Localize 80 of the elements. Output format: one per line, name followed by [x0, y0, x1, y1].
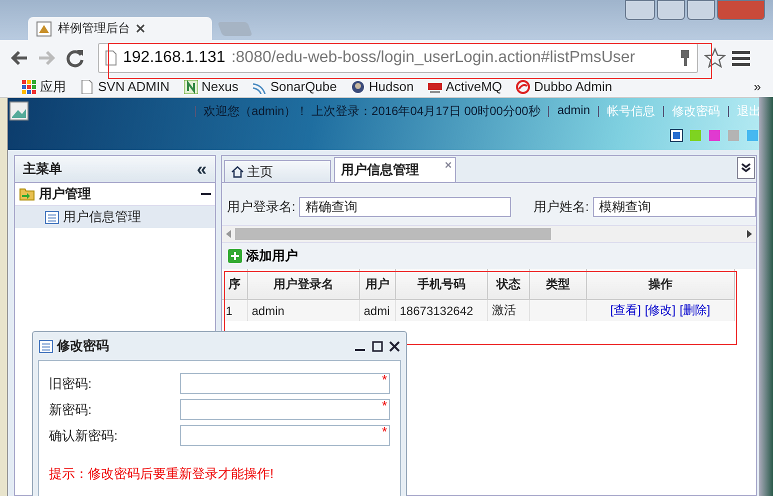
tab-list-button[interactable]: [737, 157, 755, 179]
required-mark: *: [382, 398, 387, 413]
maximize-button[interactable]: [687, 0, 715, 20]
dialog-title: 修改密码: [57, 337, 109, 355]
welcome-text: 欢迎您（admin）！ 上次登录：2016年04月17日 00时00分00秒: [204, 103, 540, 120]
page-favicon-icon: [36, 20, 52, 36]
column-header: 手机号码: [396, 269, 488, 300]
field-label: 新密码:: [49, 400, 93, 418]
field-label: 旧密码:: [49, 374, 93, 392]
column-header: 序: [222, 269, 248, 300]
page-icon: [80, 80, 94, 94]
letter-logo-icon: [184, 80, 198, 94]
search-field[interactable]: 精确查询: [299, 197, 512, 217]
table-icon: [39, 340, 53, 352]
bookmark-link[interactable]: Nexus: [184, 79, 238, 94]
password-field[interactable]: *: [180, 373, 390, 394]
theme-swatch[interactable]: [671, 130, 682, 141]
sidebar-title: 主菜单: [22, 160, 62, 178]
column-header: 类型: [530, 269, 587, 300]
user-name: admin: [557, 103, 590, 119]
theme-swatch[interactable]: [747, 130, 758, 141]
column-header: 操作: [586, 269, 735, 300]
action-link[interactable]: [删除]: [680, 302, 710, 319]
bookmark-link[interactable]: SVN ADMIN: [80, 79, 170, 94]
close-icon[interactable]: [136, 24, 145, 33]
bookmark-link[interactable]: Hudson: [350, 79, 414, 94]
field-label: 确认新密码:: [49, 426, 119, 444]
horizontal-scrollbar[interactable]: [222, 225, 756, 243]
table-icon: [44, 210, 59, 224]
home-icon: [230, 166, 244, 178]
broken-image-icon: [8, 101, 29, 121]
double-chevron-icon: [741, 163, 751, 173]
menu-icon[interactable]: [732, 50, 750, 66]
add-user-button[interactable]: 添加用户: [228, 247, 298, 265]
profile-button[interactable]: [625, 0, 655, 20]
required-mark: *: [382, 372, 387, 387]
collapse-button[interactable]: «: [196, 158, 207, 180]
theme-swatch[interactable]: [690, 130, 701, 141]
bookmark-link[interactable]: Dubbo Admin: [516, 79, 612, 94]
reload-icon[interactable]: [64, 47, 86, 69]
column-header: 用户: [360, 269, 396, 300]
add-icon: [228, 249, 242, 263]
address-field[interactable]: 192.168.1.131 :8080/edu-web-boss/login_userLogin.action#listPmsUser: [98, 43, 698, 73]
field-label: 用户姓名:: [533, 198, 589, 216]
page-icon: [105, 50, 117, 66]
left-arrow-icon: [226, 230, 231, 238]
password-field[interactable]: *: [180, 399, 390, 420]
required-mark: *: [382, 424, 387, 439]
maximize-icon[interactable]: [372, 340, 383, 352]
right-arrow-icon: [747, 230, 752, 238]
star-icon[interactable]: [704, 47, 726, 69]
field-label: 用户登录名:: [226, 198, 296, 216]
action-link[interactable]: [修改]: [644, 302, 676, 319]
bookmark-link[interactable]: ActiveMQ: [428, 79, 502, 94]
menu-item[interactable]: 用户信息管理: [14, 206, 215, 228]
table-cell: 18673132642: [396, 300, 488, 321]
table-cell: 1: [222, 300, 248, 321]
minimize-button[interactable]: [657, 0, 685, 20]
bookmark-link[interactable]: 应用: [22, 78, 66, 96]
browser-tab[interactable]: 样例管理后台: [28, 17, 212, 40]
table-cell: admi: [360, 300, 396, 321]
theme-swatch[interactable]: [709, 130, 720, 141]
password-field[interactable]: *: [180, 425, 390, 446]
page-tab[interactable]: 主页: [224, 160, 331, 182]
table-cell: 激活: [488, 300, 530, 321]
more-bookmarks-button[interactable]: »: [754, 79, 761, 94]
page-tab[interactable]: 用户信息管理 ×: [334, 157, 456, 182]
close-icon[interactable]: [389, 340, 400, 352]
theme-swatch[interactable]: [728, 130, 739, 141]
key-icon[interactable]: [679, 49, 691, 67]
swirl-logo-icon: [516, 80, 530, 94]
apps-grid-icon: [22, 80, 36, 94]
column-header: 状态: [488, 269, 530, 300]
search-field[interactable]: 模糊查询: [593, 197, 756, 217]
column-header: 用户登录名: [248, 269, 360, 300]
hint-text: 提示：修改密码后要重新登录才能操作!: [49, 465, 275, 483]
action-link[interactable]: [查看]: [610, 302, 641, 319]
folder-arrow-icon: [18, 187, 35, 201]
bookmark-link[interactable]: SonarQube: [252, 79, 337, 94]
table-cell: admin: [248, 300, 360, 321]
